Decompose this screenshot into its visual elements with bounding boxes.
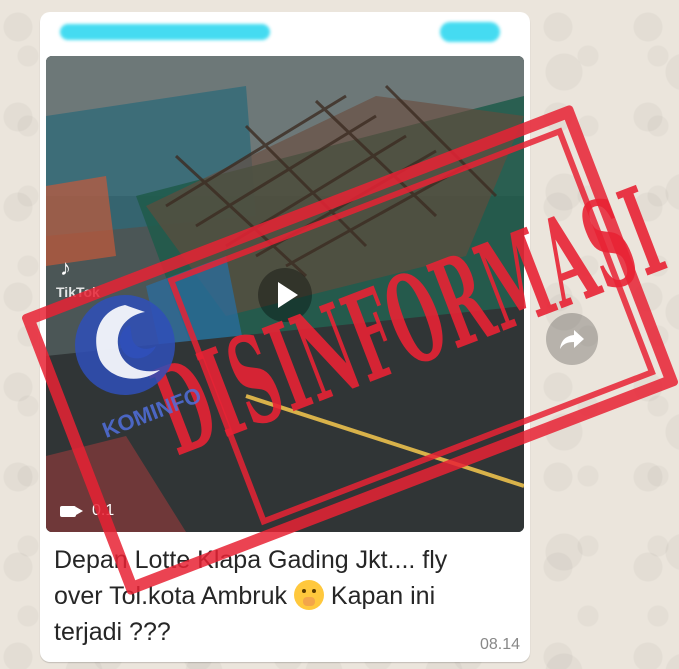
caption-line-3: Kapan ini <box>330 582 436 610</box>
kominfo-logo-icon <box>75 295 175 395</box>
caption-line-4: terjadi ??? <box>54 618 171 646</box>
video-camera-icon <box>60 505 83 517</box>
message-time: 08.14 <box>479 636 520 653</box>
sender-name-redacted <box>60 24 270 40</box>
caption-line-2: over Tol.kota Ambruk <box>54 582 287 610</box>
tiktok-note-icon: ♪ <box>60 255 71 280</box>
sender-number-redacted <box>440 22 500 42</box>
